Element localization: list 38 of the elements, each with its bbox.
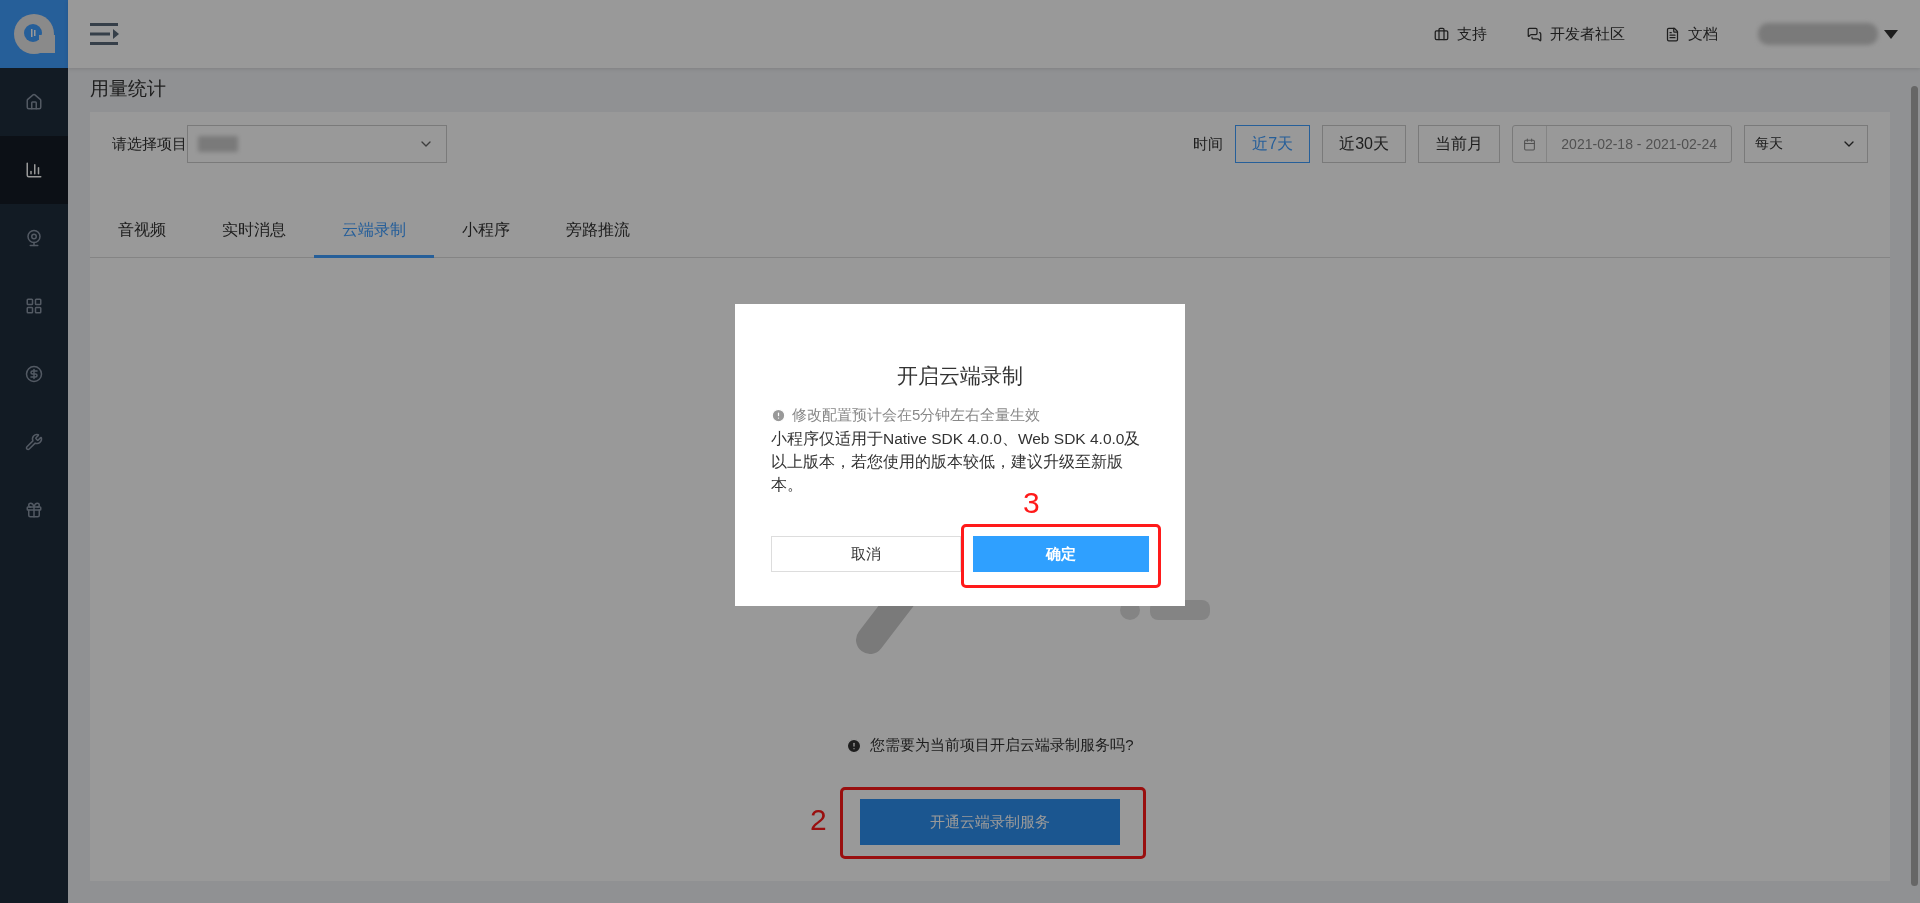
wrench-icon — [25, 433, 43, 451]
alert-icon — [846, 737, 863, 754]
calendar-icon — [1523, 137, 1537, 151]
chart-icon — [25, 161, 43, 179]
range-button[interactable]: 近30天 — [1322, 125, 1406, 163]
sidebar-chart-item[interactable] — [0, 136, 68, 204]
tab[interactable]: 旁路推流 — [538, 206, 658, 258]
alert-icon — [771, 408, 786, 423]
logo-icon[interactable] — [0, 0, 68, 68]
scrollbar[interactable] — [1911, 86, 1918, 886]
support-link[interactable]: 支持 — [1434, 24, 1487, 44]
menu-icon[interactable] — [90, 22, 120, 46]
community-link[interactable]: 开发者社区 — [1527, 24, 1625, 44]
notice-text: 修改配置预计会在5分钟左右全量生效 — [792, 406, 1041, 425]
dialog-title: 开启云端录制 — [896, 363, 1024, 389]
time-label: 时间 — [1193, 134, 1224, 154]
home-icon — [25, 93, 43, 111]
project-select[interactable] — [187, 125, 447, 163]
interval-select[interactable]: 每天 — [1744, 125, 1868, 163]
tab[interactable]: 小程序 — [434, 206, 538, 258]
range-button[interactable]: 当前月 — [1418, 125, 1500, 163]
money-icon — [25, 365, 43, 383]
redacted-project — [198, 136, 238, 152]
community-icon — [1527, 26, 1542, 42]
camera-icon — [25, 229, 43, 247]
enable-question: 您需要为当前项目开启云端录制服务吗? — [870, 736, 1134, 755]
page-title: 用量统计 — [90, 77, 167, 101]
cancel-button[interactable]: 取消 — [771, 536, 961, 572]
docs-link[interactable]: 文档 — [1665, 24, 1718, 44]
tab[interactable]: 实时消息 — [194, 206, 314, 258]
grid-icon — [25, 297, 43, 315]
project-label: 请选择项目 — [112, 134, 187, 154]
tab[interactable]: 音视频 — [90, 206, 194, 258]
caret-icon[interactable] — [1884, 29, 1898, 39]
gift-icon — [25, 501, 43, 519]
docs-icon — [1665, 26, 1680, 42]
support-icon — [1434, 26, 1449, 42]
annotation-number: 2 — [810, 805, 827, 835]
